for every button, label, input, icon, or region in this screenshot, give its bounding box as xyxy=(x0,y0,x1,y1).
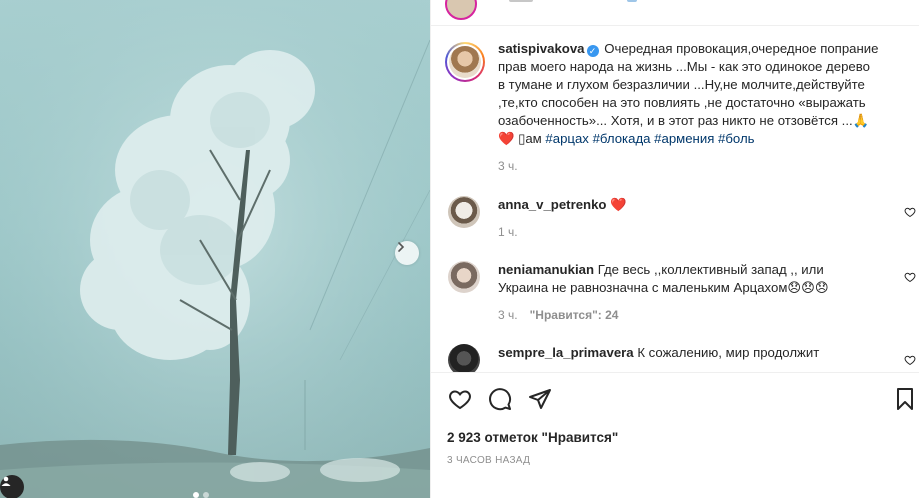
user-tags-button[interactable] xyxy=(0,475,24,498)
likes-count[interactable]: 2 923 отметок "Нравится" xyxy=(447,430,618,445)
post-photo[interactable] xyxy=(0,0,430,498)
comment-icon[interactable] xyxy=(488,387,512,411)
next-photo-button[interactable] xyxy=(395,241,419,265)
verified-badge-icon: ✓ xyxy=(586,45,599,57)
comment-username[interactable]: anna_v_petrenko xyxy=(498,197,606,212)
caption-avatar[interactable] xyxy=(445,42,485,82)
comments-list[interactable]: satispivakova ✓ Очередная провокация,очер… xyxy=(431,26,919,372)
header-follow-clipped xyxy=(627,0,637,2)
foggy-tree-image xyxy=(0,0,430,498)
caption-text-2: прав моего народа на жизнь ...Мы - как э… xyxy=(498,59,870,74)
post-header xyxy=(431,0,919,26)
header-avatar[interactable] xyxy=(445,0,477,20)
carousel-dot xyxy=(203,492,209,498)
comment-likes[interactable]: "Нравится": 24 xyxy=(530,308,619,322)
comment-meta: 3 ч. "Нравится": 24 xyxy=(498,306,878,324)
comment-text: Где весь ,,коллективный запад ,, или xyxy=(597,262,824,277)
comment-like-heart-icon[interactable] xyxy=(904,271,916,283)
heart-icon[interactable] xyxy=(448,387,472,411)
comment-text-2: Украина не равнозначна с маленьким Арцах… xyxy=(498,280,829,295)
caption-text-5: озабоченность»... Хотя, и в этот раз ник… xyxy=(498,113,870,128)
hashtag-pain[interactable]: #боль xyxy=(718,131,755,146)
caption-time[interactable]: 3 ч. xyxy=(498,157,903,175)
carousel-dots xyxy=(193,492,209,498)
caption-text-3: в тумане и глухом безразличии ...Ну,не м… xyxy=(498,77,865,92)
comment-avatar[interactable] xyxy=(448,344,480,372)
comment-username[interactable]: sempre_la_primavera xyxy=(498,345,634,360)
carousel-dot-active xyxy=(193,492,199,498)
posted-time[interactable]: 3 часов назад xyxy=(447,455,530,466)
comment-like-heart-icon[interactable] xyxy=(904,354,916,366)
hashtag-blockade[interactable]: #блокада xyxy=(593,131,651,146)
paper-plane-icon[interactable] xyxy=(528,387,552,411)
caption-text-1: Очередная провокация,очередное попрание xyxy=(604,41,879,56)
header-username-clipped xyxy=(509,0,533,2)
comment-text: К сожалению, мир продолжит xyxy=(637,345,820,360)
comment-like-heart-icon[interactable] xyxy=(904,206,916,218)
comment-username[interactable]: neniamanukian xyxy=(498,262,594,277)
caption-username[interactable]: satispivakova xyxy=(498,41,585,56)
caption-text-4: ,те,кто способен на это повлиять ,не дос… xyxy=(498,95,866,110)
comment-meta: 1 ч. xyxy=(498,223,878,241)
chevron-right-icon xyxy=(398,242,405,252)
bookmark-icon[interactable] xyxy=(893,387,917,411)
comment-avatar[interactable] xyxy=(448,196,480,228)
hashtag-armenia[interactable]: #армения xyxy=(654,131,714,146)
comment-text: ❤️ xyxy=(610,197,627,212)
post-actions: 2 923 отметок "Нравится" 3 часов назад xyxy=(431,372,919,466)
user-tag-icon xyxy=(1,476,11,486)
post-panel: satispivakova ✓ Очередная провокация,очер… xyxy=(430,0,919,498)
hashtag-artsakh[interactable]: #арцах xyxy=(545,131,588,146)
comment-time[interactable]: 3 ч. xyxy=(498,308,518,322)
caption-text-6: ❤️ ▯ам xyxy=(498,131,542,146)
comment-avatar[interactable] xyxy=(448,261,480,293)
comment-time[interactable]: 1 ч. xyxy=(498,225,518,239)
